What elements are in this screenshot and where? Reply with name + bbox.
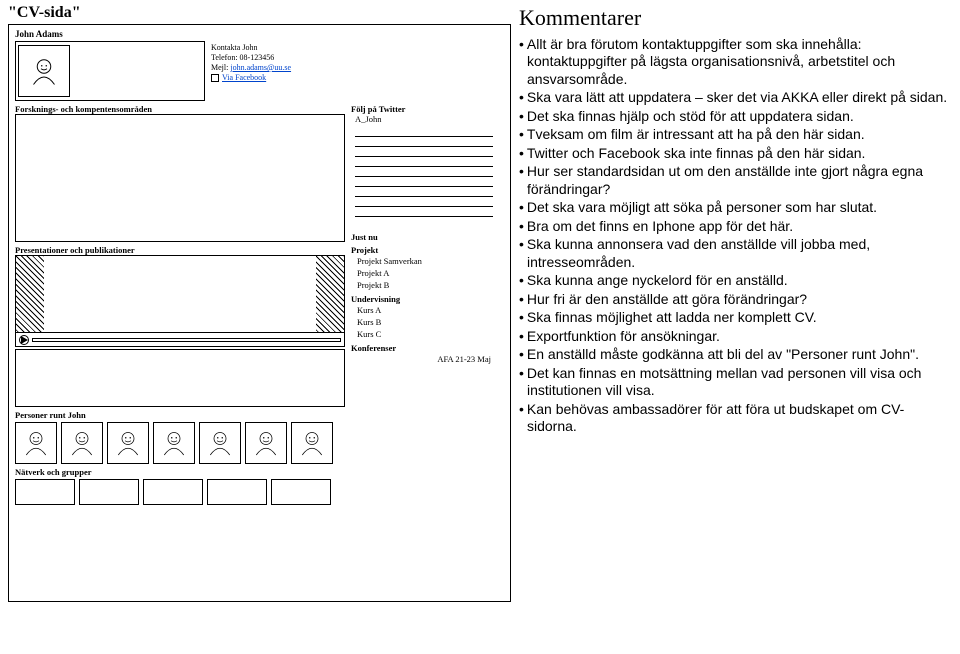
list-item[interactable]: AFA 21-23 Maj	[351, 353, 497, 365]
avatar-photo	[18, 45, 70, 97]
contact-email-label: Mejl:	[211, 63, 228, 72]
list-item[interactable]: Kurs A	[351, 304, 497, 316]
comment-item: Ska kunna ange nyckelord för en anställd…	[519, 272, 950, 290]
comment-item: Hur ser standardsidan ut om den anställd…	[519, 163, 950, 198]
face-icon	[29, 56, 59, 86]
comment-item: Det ska finnas hjälp och stöd för att up…	[519, 108, 950, 126]
play-icon	[21, 336, 28, 344]
research-box	[15, 114, 345, 242]
list-item[interactable]: Kurs B	[351, 316, 497, 328]
network-item[interactable]	[79, 479, 139, 505]
person-thumb[interactable]	[199, 422, 241, 464]
person-name: John Adams	[15, 29, 504, 39]
network-item[interactable]	[271, 479, 331, 505]
email-link[interactable]: john.adams@uu.se	[230, 63, 291, 72]
people-label: Personer runt John	[15, 410, 345, 420]
list-item[interactable]: Kurs C	[351, 328, 497, 340]
facebook-checkbox[interactable]	[211, 74, 219, 82]
comment-item: En anställd måste godkänna att bli del a…	[519, 346, 950, 364]
network-row	[15, 479, 345, 505]
publications-box	[15, 349, 345, 407]
people-row	[15, 422, 345, 464]
network-item[interactable]	[143, 479, 203, 505]
twitter-feed	[351, 124, 497, 229]
list-item[interactable]: Projekt Samverkan	[351, 255, 497, 267]
progress-bar[interactable]	[32, 338, 341, 342]
contact-phone: Telefon: 08-123456	[211, 53, 351, 63]
facebook-link[interactable]: Via Facebook	[222, 73, 266, 82]
project-label: Projekt	[351, 245, 497, 255]
list-item[interactable]: Projekt A	[351, 267, 497, 279]
comment-item: Ska finnas möjlighet att ladda ner kompl…	[519, 309, 950, 327]
comment-item: Det ska vara möjligt att söka på persone…	[519, 199, 950, 217]
twitter-label: Följ på Twitter	[351, 104, 497, 114]
wireframe-canvas: John Adams Kontakta John Telefon: 08-	[8, 24, 511, 602]
person-thumb[interactable]	[107, 422, 149, 464]
comment-item: Ska kunna annonsera vad den anställde vi…	[519, 236, 950, 271]
comment-item: Twitter och Facebook ska inte finnas på …	[519, 145, 950, 163]
research-label: Forsknings- och kompentensområden	[15, 104, 345, 114]
comment-item: Tveksam om film är intressant att ha på …	[519, 126, 950, 144]
comment-item: Ska vara lätt att uppdatera – sker det v…	[519, 89, 950, 107]
comment-item: Hur fri är den anställde att göra föränd…	[519, 291, 950, 309]
person-thumb[interactable]	[245, 422, 287, 464]
avatar-banner	[15, 41, 205, 101]
comment-item: Bra om det finns en Iphone app för det h…	[519, 218, 950, 236]
teaching-label: Undervisning	[351, 294, 497, 304]
presentations-label: Presentationer och publikationer	[15, 245, 345, 255]
twitter-handle: A_John	[351, 114, 497, 124]
video-player	[15, 255, 345, 347]
comment-item: Det kan finnas en motsättning mellan vad…	[519, 365, 950, 400]
person-thumb[interactable]	[153, 422, 195, 464]
contact-title: Kontakta John	[211, 43, 351, 53]
person-thumb[interactable]	[61, 422, 103, 464]
network-label: Nätverk och grupper	[15, 467, 345, 477]
conference-label: Konferenser	[351, 343, 497, 353]
network-item[interactable]	[207, 479, 267, 505]
page-title: "CV-sida"	[8, 4, 511, 22]
comment-item: Exportfunktion för ansökningar.	[519, 328, 950, 346]
play-button[interactable]	[19, 335, 29, 345]
network-item[interactable]	[15, 479, 75, 505]
comments-title: Kommentarer	[519, 4, 950, 32]
comment-item: Allt är bra förutom kontaktuppgifter som…	[519, 36, 950, 89]
comments-panel: Kommentarer Allt är bra förutom kontaktu…	[515, 0, 960, 654]
contact-block: Kontakta John Telefon: 08-123456 Mejl: j…	[211, 41, 351, 101]
list-item[interactable]: Projekt B	[351, 279, 497, 291]
person-thumb[interactable]	[15, 422, 57, 464]
person-thumb[interactable]	[291, 422, 333, 464]
comment-item: Kan behövas ambassadörer för att föra ut…	[519, 401, 950, 436]
now-label: Just nu	[351, 232, 497, 242]
